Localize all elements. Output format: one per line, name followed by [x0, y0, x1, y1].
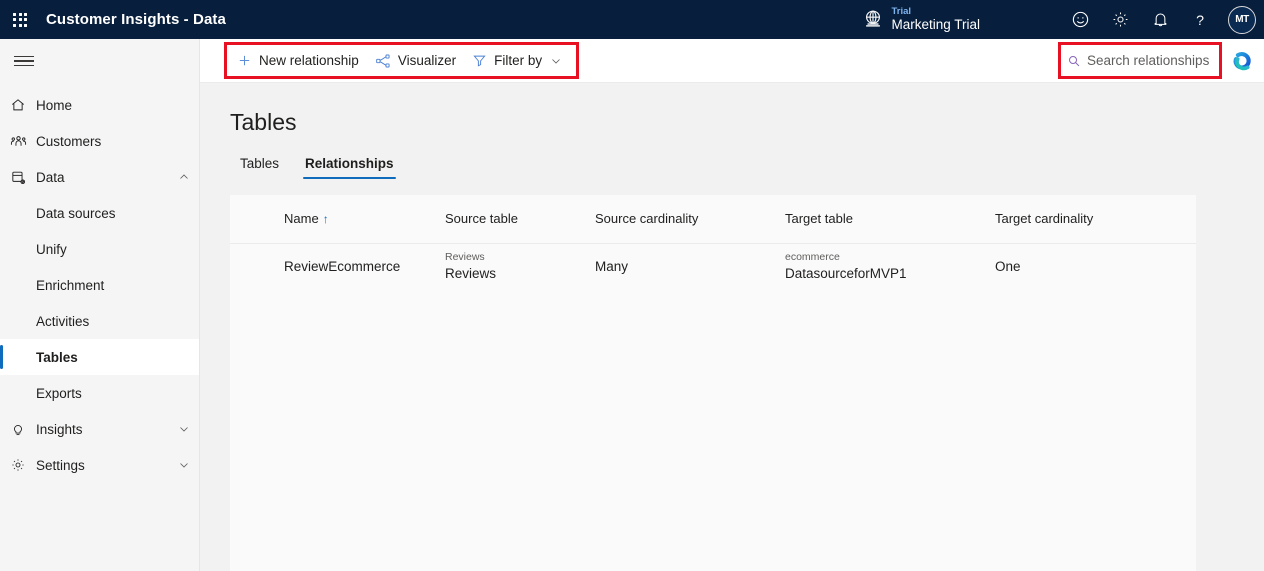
relationships-table-card: Name ↑ Source table Source cardinality Ta… — [230, 195, 1196, 571]
database-gear-icon — [0, 169, 36, 186]
gear-icon — [0, 457, 36, 473]
share-nodes-icon — [375, 53, 391, 69]
home-icon — [0, 97, 36, 113]
sidebar-item-label: Tables — [36, 349, 78, 365]
cell-target-table: ecommerce DatasourceforMVP1 — [785, 243, 995, 290]
sidebar-item-label: Data sources — [36, 205, 116, 221]
filter-by-button[interactable]: Filter by — [464, 47, 570, 75]
source-table-name: Reviews — [445, 265, 497, 281]
column-header-target-cardinality[interactable]: Target cardinality — [995, 195, 1196, 244]
tab-relationships[interactable]: Relationships — [295, 152, 404, 179]
globe-icon — [862, 8, 884, 30]
sidebar-item-activities[interactable]: Activities — [0, 303, 199, 339]
sidebar-item-label: Insights — [36, 421, 83, 437]
header-right-cluster: Trial Marketing Trial ? MT — [862, 0, 1264, 39]
sidebar-item-label: Unify — [36, 241, 67, 257]
new-relationship-button[interactable]: New relationship — [229, 47, 367, 75]
sidebar-item-exports[interactable]: Exports — [0, 375, 199, 411]
table-body: ReviewEcommerce Reviews Reviews Many eco… — [230, 243, 1196, 290]
cell-source-cardinality: Many — [595, 259, 629, 275]
chevron-down-icon[interactable] — [550, 55, 562, 67]
command-bar-highlight-group: New relationship Visualizer Filter by — [224, 42, 580, 79]
chevron-down-icon[interactable] — [169, 423, 199, 435]
visualizer-label: Visualizer — [397, 53, 457, 68]
command-bar: New relationship Visualizer Filter by Se… — [200, 39, 1264, 83]
sidebar-item-label: Activities — [36, 313, 90, 329]
tab-tables[interactable]: Tables — [230, 152, 289, 179]
sidebar-item-label: Home — [36, 97, 73, 113]
chevron-up-icon[interactable] — [169, 171, 199, 183]
sidebar-item-label: Data — [36, 169, 65, 185]
sidebar-item-settings[interactable]: Settings — [0, 447, 199, 483]
trial-label: Trial — [891, 5, 912, 17]
sidebar-item-label: Customers — [36, 133, 102, 149]
main-content: Tables Tables Relationships Name ↑ Source… — [200, 83, 1264, 571]
target-table-name: DatasourceforMVP1 — [785, 265, 907, 281]
top-header-bar: Customer Insights - Data Trial Marketing — [0, 0, 1264, 39]
filter-funnel-icon — [472, 53, 487, 68]
column-header-source-table[interactable]: Source table — [445, 195, 595, 244]
table-row[interactable]: ReviewEcommerce Reviews Reviews Many eco… — [230, 243, 1196, 290]
app-root: Customer Insights - Data Trial Marketing — [0, 0, 1264, 571]
cell-source-table: Reviews Reviews — [445, 243, 595, 290]
visualizer-button[interactable]: Visualizer — [367, 47, 464, 75]
source-table-datasource: Reviews — [445, 251, 485, 264]
app-title: Customer Insights - Data — [46, 11, 226, 28]
target-table-datasource: ecommerce — [785, 251, 840, 264]
sidebar-item-list: Home Customers Data Data sources Unify E… — [0, 87, 199, 483]
settings-gear-icon[interactable] — [1100, 0, 1140, 39]
app-launcher-icon[interactable] — [0, 0, 40, 39]
plus-icon — [237, 53, 252, 68]
sidebar-item-insights[interactable]: Insights — [0, 411, 199, 447]
trial-name: Marketing Trial — [891, 16, 980, 32]
lightbulb-icon — [0, 421, 36, 437]
search-relationships-box[interactable] — [1058, 42, 1222, 79]
tab-strip: Tables Relationships — [200, 152, 1264, 179]
column-header-target-table[interactable]: Target table — [785, 195, 995, 244]
sidebar-item-label: Settings — [36, 457, 85, 473]
hamburger-menu-icon[interactable] — [0, 39, 48, 83]
search-input[interactable] — [1087, 53, 1213, 68]
trial-badge[interactable]: Trial Marketing Trial — [862, 5, 980, 32]
sidebar-item-label: Exports — [36, 385, 82, 401]
people-icon — [0, 133, 36, 150]
sidebar-item-enrichment[interactable]: Enrichment — [0, 267, 199, 303]
sidebar-item-label: Enrichment — [36, 277, 105, 293]
sidebar-item-unify[interactable]: Unify — [0, 231, 199, 267]
chevron-down-icon[interactable] — [169, 459, 199, 471]
notifications-bell-icon[interactable] — [1140, 0, 1180, 39]
cell-name: ReviewEcommerce — [284, 259, 401, 275]
sidebar-item-tables[interactable]: Tables — [0, 339, 199, 375]
avatar[interactable]: MT — [1220, 0, 1264, 39]
copilot-icon[interactable] — [1230, 48, 1258, 76]
avatar-initials: MT — [1228, 5, 1256, 34]
filter-by-label: Filter by — [494, 53, 543, 68]
search-icon — [1067, 54, 1081, 68]
column-header-label: Name — [284, 211, 319, 227]
column-header-source-cardinality[interactable]: Source cardinality — [595, 195, 785, 244]
sidebar-item-data-sources[interactable]: Data sources — [0, 195, 199, 231]
sidebar-item-home[interactable]: Home — [0, 87, 199, 123]
page-title: Tables — [230, 109, 297, 135]
table-header: Name ↑ Source table Source cardinality Ta… — [230, 195, 1196, 244]
column-header-name[interactable]: Name ↑ — [230, 195, 445, 244]
sort-ascending-icon: ↑ — [322, 212, 329, 227]
new-relationship-label: New relationship — [259, 53, 359, 68]
help-question-icon[interactable]: ? — [1180, 0, 1220, 39]
sidebar-item-data[interactable]: Data — [0, 159, 199, 195]
relationships-table: Name ↑ Source table Source cardinality Ta… — [230, 195, 1196, 290]
sidebar-navigation: Home Customers Data Data sources Unify E… — [0, 39, 200, 571]
sidebar-item-customers[interactable]: Customers — [0, 123, 199, 159]
cell-target-cardinality: One — [995, 259, 1021, 275]
svg-text:?: ? — [1196, 13, 1204, 29]
smiley-feedback-icon[interactable] — [1060, 0, 1100, 39]
